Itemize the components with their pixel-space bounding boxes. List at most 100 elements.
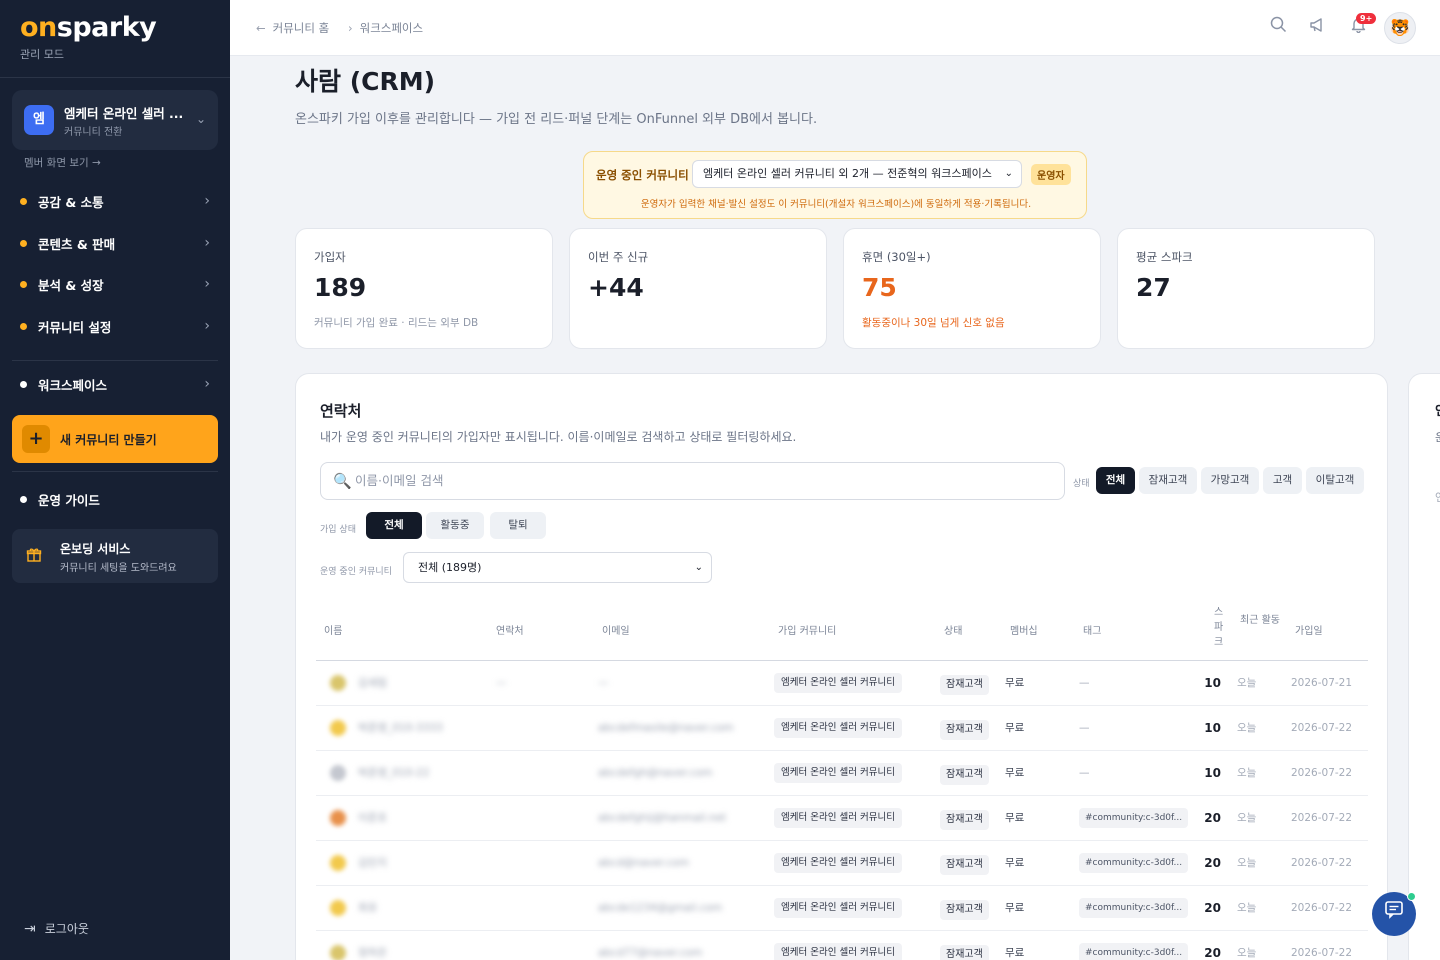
search-input[interactable]: 🔍 이름·이메일 검색: [320, 462, 1065, 500]
chevron-down-icon: ⌄: [1004, 168, 1013, 179]
column-header-joined[interactable]: 가입일: [1295, 622, 1323, 637]
chevron-down-icon: ⌄: [694, 562, 703, 573]
create-community-button[interactable]: + 새 커뮤니티 만들기: [12, 415, 218, 463]
status-chip-lead[interactable]: 가망고객: [1201, 467, 1259, 494]
sidebar-item-label: 콘텐츠 & 판매: [38, 236, 116, 252]
community-switcher[interactable]: 엠 엠케터 온라인 셀러 ... 커뮤니티 전환 ⌄: [12, 90, 218, 150]
member-view-link[interactable]: 멤버 화면 보기 →: [24, 155, 101, 170]
status-chip-customer[interactable]: 고객: [1263, 467, 1302, 494]
brand-logo-sparky: sparky: [56, 12, 157, 43]
user-avatar[interactable]: 🐯: [1384, 12, 1416, 44]
membership-value: 무료: [1005, 722, 1025, 734]
contact-avatar: [330, 855, 346, 871]
column-header-status[interactable]: 상태: [944, 622, 962, 637]
onboarding-service-card[interactable]: 온보딩 서비스 커뮤니티 세팅을 도와드려요: [12, 529, 218, 583]
side-panel-peek: 인 운 연: [1408, 373, 1440, 960]
megaphone-icon[interactable]: [1306, 16, 1330, 40]
contacts-card: 연락처 내가 운영 중인 커뮤니티의 가입자만 표시됩니다. 이름·이메일로 검…: [295, 373, 1388, 960]
breadcrumb-workspace[interactable]: › 워크스페이스: [348, 20, 423, 36]
chevron-right-icon: ›: [348, 21, 353, 35]
admin-mode-label: 관리 모드: [20, 48, 64, 61]
dot-icon: [20, 280, 27, 288]
tag-empty: —: [1079, 677, 1090, 689]
join-chip-left[interactable]: 탈퇴: [490, 512, 546, 539]
column-header-recent-activity[interactable]: 최근 활동: [1240, 613, 1280, 628]
sidebar-item-label: 공감 & 소통: [38, 194, 104, 210]
breadcrumb-workspace-label: 워크스페이스: [359, 21, 424, 35]
role-badge: 운영자: [1031, 164, 1071, 185]
brand-logo[interactable]: onsparky: [20, 12, 157, 43]
contact-email: —: [598, 677, 609, 689]
joined-date: 2026-07-22: [1291, 902, 1353, 914]
recent-activity: 오늘: [1237, 767, 1257, 779]
community-pill: 엠케터 온라인 셀러 커뮤니티: [774, 718, 902, 738]
community-pill: 엠케터 온라인 셀러 커뮤니티: [774, 943, 902, 960]
contact-name[interactable]: 정하은: [358, 931, 387, 960]
contact-name[interactable]: 최유: [358, 886, 377, 931]
sidebar-item-engagement[interactable]: 공감 & 소통 ›: [20, 186, 210, 216]
breadcrumb-home[interactable]: ← 커뮤니티 홈: [256, 20, 329, 36]
sidebar-item-analytics[interactable]: 분석 & 성장 ›: [20, 269, 210, 299]
column-header-spark[interactable]: 스파크: [1214, 605, 1226, 650]
sidebar-item-guide[interactable]: 운영 가이드: [20, 484, 210, 514]
sidebar-item-community-settings[interactable]: 커뮤니티 설정 ›: [20, 311, 210, 341]
table-row[interactable]: 김세림 — — 엠케터 온라인 셀러 커뮤니티 잠재고객 무료 — 10 오늘 2026-07-2…: [316, 661, 1368, 706]
spark-value: 20: [1204, 901, 1221, 915]
contact-name[interactable]: 이준호: [358, 796, 387, 841]
table-row[interactable]: 박준영_010-3333 abcdefmasile@naver.com 엠케터 온라…: [316, 706, 1368, 751]
search-placeholder: 이름·이메일 검색: [355, 473, 444, 488]
table-row[interactable]: 박준영_010-22 abcdefgh@naver.com 엠케터 온라인 셀러 커…: [316, 751, 1368, 796]
breadcrumb-home-label: 커뮤니티 홈: [272, 21, 330, 35]
community-filter-select[interactable]: 전체 (189명) ⌄: [403, 552, 712, 583]
column-header-tags[interactable]: 태그: [1083, 622, 1101, 637]
sidebar-item-workspace[interactable]: 워크스페이스 ›: [20, 369, 210, 399]
recent-activity: 오늘: [1237, 902, 1257, 914]
stat-card-new-this-week: 이번 주 신규 +44: [569, 228, 827, 349]
community-avatar: 엠: [24, 105, 54, 135]
join-chip-active[interactable]: 활동중: [426, 512, 484, 539]
status-badge: 잠재고객: [940, 720, 989, 740]
column-header-community[interactable]: 가입 커뮤니티: [778, 622, 836, 637]
chevron-right-icon: ›: [204, 193, 210, 209]
table-row[interactable]: 정하은 abcd77@naver.com 엠케터 온라인 셀러 커뮤니티 잠재고객 무료…: [316, 931, 1368, 960]
contact-name[interactable]: 박준영_010-22: [358, 751, 429, 796]
contact-avatar: [330, 675, 346, 691]
spark-value: 20: [1204, 946, 1221, 960]
community-pill: 엠케터 온라인 셀러 커뮤니티: [774, 853, 902, 873]
column-header-email[interactable]: 이메일: [602, 622, 630, 637]
topbar: ← 커뮤니티 홈 › 워크스페이스: [230, 0, 1440, 56]
contact-name[interactable]: 김민지: [358, 841, 387, 886]
spark-value: 10: [1204, 676, 1221, 690]
search-icon[interactable]: [1266, 16, 1290, 40]
contact-name[interactable]: 김세림: [358, 661, 387, 706]
contact-avatar: [330, 900, 346, 916]
contacts-subtitle: 내가 운영 중인 커뮤니티의 가입자만 표시됩니다. 이름·이메일로 검색하고 …: [320, 430, 797, 444]
column-header-name[interactable]: 이름: [324, 622, 342, 637]
recent-activity: 오늘: [1237, 677, 1257, 689]
status-chip-prospect[interactable]: 잠재고객: [1139, 467, 1197, 494]
column-header-phone[interactable]: 연락처: [496, 622, 524, 637]
status-chip-churned[interactable]: 이탈고객: [1306, 467, 1364, 494]
page-subtitle: 온스파키 가입 이후를 관리합니다 — 가입 전 리드·퍼널 단계는 OnFun…: [295, 112, 818, 127]
spark-value: 10: [1204, 766, 1221, 780]
joined-date: 2026-07-22: [1291, 812, 1353, 824]
join-chip-all[interactable]: 전체: [366, 512, 422, 539]
dot-icon: [20, 322, 27, 330]
community-pill: 엠케터 온라인 셀러 커뮤니티: [774, 898, 902, 918]
gift-icon: [26, 547, 42, 567]
status-badge: 잠재고객: [940, 765, 989, 785]
status-chip-all[interactable]: 전체: [1096, 467, 1135, 494]
logout-button[interactable]: ⇥ 로그아웃: [24, 920, 89, 937]
column-header-membership[interactable]: 멤버십: [1010, 622, 1038, 637]
tag-pill: #community:c-3d0f...: [1079, 853, 1188, 873]
chevron-down-icon: ⌄: [195, 112, 206, 126]
sidebar-item-label: 커뮤니티 설정: [38, 319, 112, 335]
sidebar-item-content[interactable]: 콘텐츠 & 판매 ›: [20, 228, 210, 258]
operating-community-select[interactable]: 엠케터 온라인 셀러 커뮤니티 외 2개 — 전준혁의 워크스페이스 ⌄: [692, 160, 1022, 188]
table-row[interactable]: 이준호 abcdefghij@hanmail.net 엠케터 온라인 셀러 커뮤니티…: [316, 796, 1368, 841]
community-name: 엠케터 온라인 셀러 ...: [64, 106, 184, 121]
joined-date: 2026-07-22: [1291, 857, 1353, 869]
table-row[interactable]: 최유 abcde1234@gmail.com 엠케터 온라인 셀러 커뮤니티 잠재고객…: [316, 886, 1368, 931]
table-row[interactable]: 김민지 abcd@naver.com 엠케터 온라인 셀러 커뮤니티 잠재고객 무료 #c…: [316, 841, 1368, 886]
contact-name[interactable]: 박준영_010-3333: [358, 706, 443, 751]
